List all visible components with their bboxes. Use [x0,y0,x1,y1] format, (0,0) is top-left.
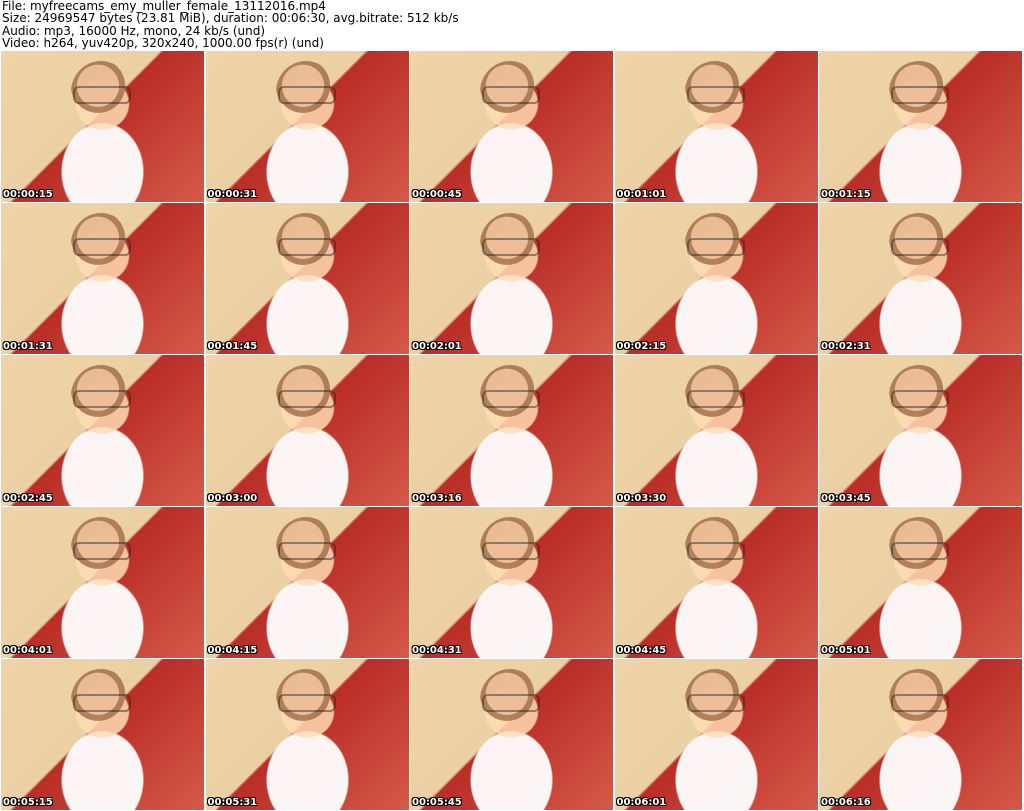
thumbnail-timestamp: 00:05:31 [207,797,258,808]
thumbnail-timestamp: 00:03:00 [207,493,258,504]
video-thumbnail: 00:06:01 [614,659,818,810]
video-thumbnail: 00:01:31 [1,203,204,354]
thumbnail-timestamp: 00:03:45 [821,493,871,504]
thumbnail-timestamp: 00:05:15 [3,797,53,808]
thumbnail-timestamp: 00:02:45 [3,493,53,504]
video-thumbnail: 00:05:31 [205,659,409,810]
video-thumbnail: 00:02:45 [1,355,204,506]
thumbnail-timestamp: 00:00:45 [412,189,462,200]
video-thumbnail: 00:06:16 [819,659,1022,810]
thumbnail-timestamp: 00:01:15 [821,189,871,200]
thumbnail-timestamp: 00:01:45 [207,341,258,352]
video-info-line: Video: h264, yuv420p, 320x240, 1000.00 f… [2,36,324,50]
video-thumbnail: 00:01:01 [614,51,818,202]
thumbnail-timestamp: 00:00:31 [207,189,258,200]
thumbnail-timestamp: 00:05:45 [412,797,462,808]
video-thumbnail: 00:03:45 [819,355,1022,506]
video-thumbnail: 00:01:15 [819,51,1022,202]
video-thumbnail: 00:02:15 [614,203,818,354]
video-thumbnail: 00:02:31 [819,203,1022,354]
thumbnail-grid: 00:00:15 00:00:31 00:00:45 00:01:01 00:0… [1,51,1022,811]
video-thumbnail: 00:04:31 [410,507,613,658]
thumbnail-timestamp: 00:04:15 [207,645,258,656]
thumbnail-timestamp: 00:02:31 [821,341,871,352]
video-thumbnail: 00:01:45 [205,203,409,354]
video-thumbnail: 00:04:15 [205,507,409,658]
thumbnail-timestamp: 00:00:15 [3,189,53,200]
thumbnail-timestamp: 00:01:01 [616,189,667,200]
video-thumbnail: 00:03:00 [205,355,409,506]
thumbnail-timestamp: 00:04:01 [3,645,53,656]
thumbnail-timestamp: 00:06:16 [821,797,871,808]
thumbnail-timestamp: 00:02:15 [616,341,667,352]
video-thumbnail: 00:04:45 [614,507,818,658]
video-thumbnail: 00:02:01 [410,203,613,354]
thumbnail-timestamp: 00:05:01 [821,645,871,656]
video-thumbnail: 00:03:16 [410,355,613,506]
video-thumbnail: 00:00:15 [1,51,204,202]
file-info-header: File: myfreecams_emy_muller_female_13112… [2,0,1020,50]
video-thumbnail: 00:00:31 [205,51,409,202]
thumbnail-timestamp: 00:01:31 [3,341,53,352]
video-thumbnail: 00:05:45 [410,659,613,810]
video-thumbnail: 00:00:45 [410,51,613,202]
thumbnail-timestamp: 00:04:31 [412,645,462,656]
video-thumbnail: 00:05:01 [819,507,1022,658]
thumbnail-timestamp: 00:02:01 [412,341,462,352]
video-thumbnail: 00:03:30 [614,355,818,506]
thumbnail-timestamp: 00:03:30 [616,493,667,504]
video-thumbnail: 00:04:01 [1,507,204,658]
thumbnail-timestamp: 00:06:01 [616,797,667,808]
video-thumbnail: 00:05:15 [1,659,204,810]
thumbnail-timestamp: 00:04:45 [616,645,667,656]
thumbnail-timestamp: 00:03:16 [412,493,462,504]
file-size-line: Size: 24969547 bytes (23.81 MiB), durati… [2,11,459,26]
